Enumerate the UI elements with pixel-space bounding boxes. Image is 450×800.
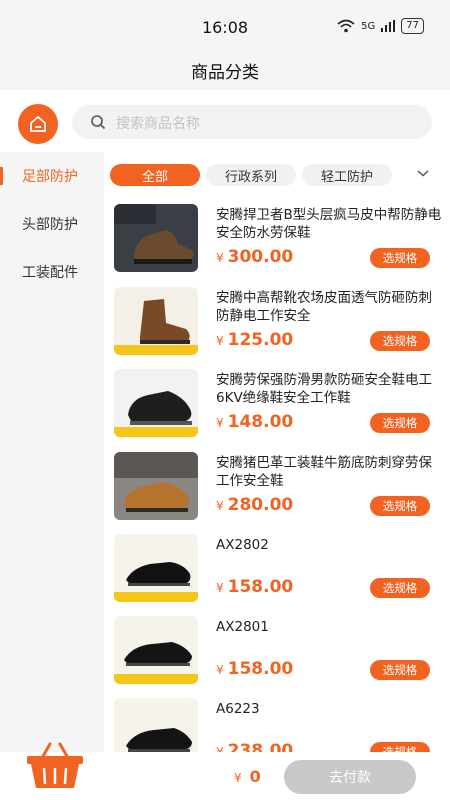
status-bar: 16:08 5G 77 bbox=[0, 0, 450, 50]
price-value: 158.00 bbox=[227, 577, 294, 597]
currency-symbol: ¥ bbox=[216, 663, 224, 677]
battery-indicator: 77 bbox=[401, 18, 424, 34]
search-icon bbox=[91, 115, 106, 130]
sidebar-item-foot-protection[interactable]: 足部防护 bbox=[0, 152, 104, 200]
cart-total-value: 0 bbox=[249, 767, 261, 786]
product-item[interactable]: AX2802 ¥158.00 选规格 bbox=[104, 534, 450, 616]
product-name: 安腾捍卫者B型头层疯马皮中帮防静电安全防水劳保鞋 bbox=[216, 207, 442, 241]
sidebar-item-workwear-accessories[interactable]: 工装配件 bbox=[0, 248, 104, 296]
product-name: 安腾劳保强防滑男款防砸安全鞋电工6KV绝缘鞋安全工作鞋 bbox=[216, 372, 432, 406]
product-image[interactable] bbox=[114, 616, 198, 684]
product-item[interactable]: 安腾劳保强防滑男款防砸安全鞋电工6KV绝缘鞋安全工作鞋 ¥148.00 选规格 bbox=[104, 369, 450, 451]
product-item[interactable]: AX2801 ¥158.00 选规格 bbox=[104, 616, 450, 698]
product-image[interactable] bbox=[114, 698, 198, 752]
product-name: AX2802 bbox=[216, 537, 269, 553]
product-image[interactable] bbox=[114, 204, 198, 272]
filter-tabs: 全部 行政系列 轻工防护 bbox=[104, 152, 450, 198]
tab-light-industry-protection[interactable]: 轻工防护 bbox=[302, 164, 392, 186]
product-price: ¥280.00 bbox=[216, 495, 293, 515]
select-spec-button[interactable]: 选规格 bbox=[370, 742, 430, 752]
product-item[interactable]: 安腾中高帮靴农场皮面透气防砸防刺防静电工作安全 ¥125.00 选规格 bbox=[104, 287, 450, 369]
product-name: 安腾中高帮靴农场皮面透气防砸防刺防静电工作安全 bbox=[216, 290, 432, 324]
price-value: 148.00 bbox=[227, 412, 294, 432]
product-price: ¥158.00 bbox=[216, 659, 293, 679]
cart-total: ¥0 bbox=[234, 767, 261, 786]
checkout-bar: ¥0 去付款 bbox=[0, 742, 450, 800]
product-item[interactable]: 安腾猪巴革工装鞋牛筋底防刺穿劳保工作安全鞋 ¥280.00 选规格 bbox=[104, 452, 450, 534]
select-spec-button[interactable]: 选规格 bbox=[370, 413, 430, 433]
currency-symbol: ¥ bbox=[216, 416, 224, 430]
product-name: 安腾猪巴革工装鞋牛筋底防刺穿劳保工作安全鞋 bbox=[216, 455, 432, 489]
wifi-icon bbox=[337, 19, 355, 33]
product-price: ¥158.00 bbox=[216, 577, 293, 597]
price-value: 238.00 bbox=[227, 741, 294, 752]
signal-icon bbox=[381, 20, 396, 32]
product-name: A6223 bbox=[216, 701, 260, 717]
tab-administrative-series[interactable]: 行政系列 bbox=[206, 164, 296, 186]
currency-symbol: ¥ bbox=[216, 745, 224, 752]
select-spec-button[interactable]: 选规格 bbox=[370, 248, 430, 268]
product-item[interactable]: A6223 ¥238.00 选规格 bbox=[104, 698, 450, 752]
product-price: ¥238.00 bbox=[216, 741, 293, 752]
page-title: 商品分类 bbox=[191, 63, 259, 83]
network-label: 5G bbox=[361, 20, 376, 32]
select-spec-button[interactable]: 选规格 bbox=[370, 578, 430, 598]
product-image[interactable] bbox=[114, 287, 198, 355]
chevron-down-icon[interactable] bbox=[416, 168, 430, 178]
pay-button[interactable]: 去付款 bbox=[284, 760, 416, 794]
search-input[interactable]: 搜索商品名称 bbox=[72, 105, 432, 139]
title-bar: 商品分类 bbox=[0, 50, 450, 90]
product-price: ¥148.00 bbox=[216, 412, 293, 432]
select-spec-button[interactable]: 选规格 bbox=[370, 496, 430, 516]
select-spec-button[interactable]: 选规格 bbox=[370, 331, 430, 351]
status-icons: 5G 77 bbox=[337, 18, 424, 34]
price-value: 125.00 bbox=[227, 330, 294, 350]
price-value: 158.00 bbox=[227, 659, 294, 679]
cart-basket-icon[interactable] bbox=[24, 740, 86, 792]
currency-symbol: ¥ bbox=[216, 581, 224, 595]
product-panel: 全部 行政系列 轻工防护 安腾捍卫者B型头层疯马皮中帮防静电安全防水劳保鞋 ¥3… bbox=[104, 152, 450, 752]
search-placeholder: 搜索商品名称 bbox=[116, 116, 200, 132]
currency-symbol: ¥ bbox=[234, 771, 242, 785]
product-price: ¥125.00 bbox=[216, 330, 293, 350]
product-price: ¥300.00 bbox=[216, 247, 293, 267]
product-image[interactable] bbox=[114, 369, 198, 437]
price-value: 280.00 bbox=[227, 495, 294, 515]
select-spec-button[interactable]: 选规格 bbox=[370, 660, 430, 680]
home-icon bbox=[30, 116, 46, 132]
product-name: AX2801 bbox=[216, 619, 269, 635]
currency-symbol: ¥ bbox=[216, 334, 224, 348]
product-image[interactable] bbox=[114, 452, 198, 520]
home-button[interactable] bbox=[18, 104, 58, 144]
category-sidebar: 足部防护 头部防护 工装配件 bbox=[0, 152, 104, 752]
price-value: 300.00 bbox=[227, 247, 294, 267]
currency-symbol: ¥ bbox=[216, 499, 224, 513]
product-image[interactable] bbox=[114, 534, 198, 602]
sidebar-item-head-protection[interactable]: 头部防护 bbox=[0, 200, 104, 248]
product-item[interactable]: 安腾捍卫者B型头层疯马皮中帮防静电安全防水劳保鞋 ¥300.00 选规格 bbox=[104, 204, 450, 286]
search-row: 搜索商品名称 bbox=[0, 90, 450, 152]
currency-symbol: ¥ bbox=[216, 251, 224, 265]
tab-all[interactable]: 全部 bbox=[110, 164, 200, 186]
